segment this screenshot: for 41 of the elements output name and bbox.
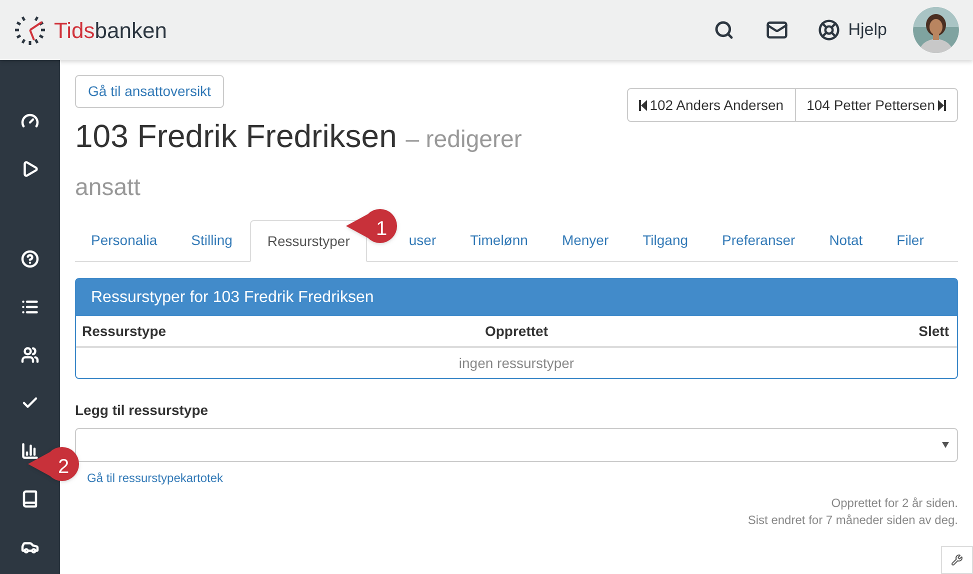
back-button[interactable]: Gå til ansattoversikt (75, 75, 224, 108)
page-title: 103 Fredrik Fredriksen – redigerer ansatt (75, 117, 523, 203)
tab[interactable]: Preferanser (706, 220, 812, 261)
resource-register-link[interactable]: Gå til ressurstypekartotek (87, 469, 958, 487)
tab[interactable]: Ressurstyper (250, 220, 367, 262)
next-employee-button[interactable]: 104 Petter Pettersen (794, 89, 957, 121)
lifebuoy-icon (818, 19, 840, 41)
tab[interactable]: Stilling (175, 220, 248, 261)
field-label: Legg til ressurstype (75, 401, 210, 420)
audit-note: Opprettet for 2 år siden. (831, 495, 958, 512)
bar-chart-icon[interactable] (21, 442, 39, 460)
list-icon[interactable] (21, 298, 39, 316)
tab[interactable]: Personalia (75, 220, 174, 261)
tools-button[interactable] (941, 546, 973, 574)
tab[interactable]: Notat (813, 220, 879, 261)
help-button[interactable]: Hjelp (818, 17, 887, 43)
mail-icon[interactable] (766, 19, 788, 41)
wrench-icon (951, 554, 963, 566)
column-header: Slett (918, 322, 950, 340)
audit-note: Sist endret for 7 måneder siden av deg. (748, 512, 958, 529)
users-icon[interactable] (21, 346, 39, 364)
tab[interactable]: user (408, 220, 452, 261)
caret-icon (942, 442, 949, 448)
book-icon[interactable] (21, 490, 39, 508)
gauge-icon[interactable] (21, 112, 39, 130)
tab[interactable]: Menyer (546, 220, 625, 261)
empty-message: ingen ressurstyper (458, 354, 574, 373)
brand-name: Tidsbanken (54, 16, 167, 44)
tab[interactable]: Timelønn (454, 220, 544, 261)
tab[interactable]: Tilgang (626, 220, 704, 261)
help-icon[interactable] (21, 250, 39, 268)
tab[interactable]: Filer (880, 220, 940, 261)
panel-header: Ressurstyper for 103 Fredrik Fredriksen (76, 279, 957, 316)
column-header: Ressurstype (82, 322, 168, 341)
search-icon[interactable] (714, 20, 734, 40)
previous-employee-button[interactable]: 102 Anders Andersen (628, 89, 795, 121)
logo-icon (14, 14, 46, 46)
column-header: Opprettet (484, 322, 549, 341)
play-icon[interactable] (21, 160, 39, 178)
skip-forward-icon (938, 100, 946, 110)
skip-back-icon (638, 100, 647, 110)
